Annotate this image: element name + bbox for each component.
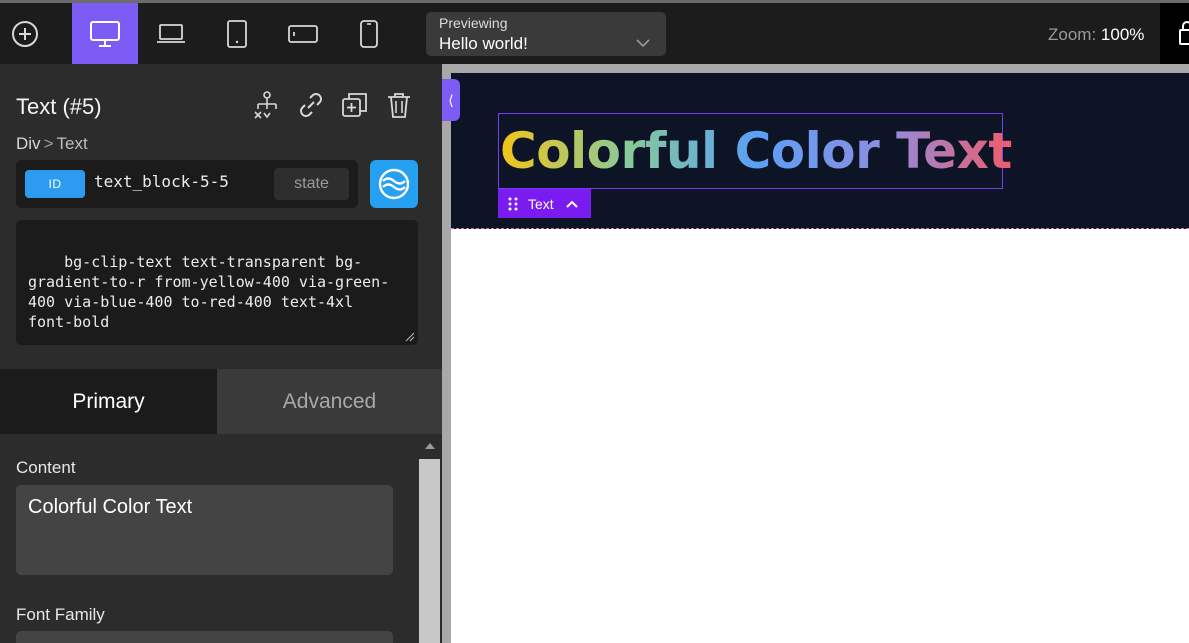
- properties-panel: Text (#5) Div > Text ID text_block-5-5 s…: [0, 64, 442, 643]
- element-title: Text (#5): [16, 94, 102, 119]
- trash-icon[interactable]: [384, 90, 414, 120]
- breadcrumb-item-div[interactable]: Div: [16, 134, 41, 153]
- structure-icon[interactable]: [252, 90, 282, 120]
- zoom-value: 100%: [1100, 25, 1145, 44]
- wave-logo-icon: [378, 168, 410, 200]
- plus-circle-icon: [12, 20, 38, 47]
- content-label: Content: [16, 458, 76, 477]
- preview-page-select[interactable]: Previewing Hello world!: [426, 12, 666, 56]
- tailwind-helper-button[interactable]: [370, 160, 418, 208]
- device-laptop-button[interactable]: [138, 3, 204, 64]
- scroll-up-arrow-icon[interactable]: [424, 442, 436, 450]
- primary-section: Content Colorful Color Text Font Family: [0, 434, 442, 643]
- zoom-indicator[interactable]: Zoom: 100%: [1048, 25, 1144, 45]
- id-row: ID text_block-5-5 state: [16, 160, 358, 208]
- link-icon[interactable]: [296, 90, 326, 120]
- colorful-heading[interactable]: Colorful Color Text: [500, 118, 1012, 184]
- panel-scrollbar[interactable]: [418, 434, 442, 643]
- breadcrumb-separator: >: [43, 134, 54, 153]
- element-actions: [252, 90, 414, 120]
- top-toolbar: Previewing Hello world! Zoom: 100%: [0, 0, 1189, 64]
- preview-label: Previewing: [439, 15, 508, 31]
- id-badge: ID: [25, 170, 85, 198]
- tablet-landscape-icon: [288, 24, 318, 43]
- mobile-icon: [360, 19, 378, 48]
- add-element-button[interactable]: [0, 3, 50, 64]
- selection-tag-label: Text: [528, 195, 554, 212]
- desktop-icon: [90, 20, 120, 47]
- laptop-icon: [157, 23, 185, 43]
- device-mobile-button[interactable]: [336, 3, 402, 64]
- chevron-down-icon: [636, 39, 650, 48]
- tab-advanced[interactable]: Advanced: [217, 369, 442, 434]
- preview-value: Hello world!: [439, 34, 528, 53]
- selection-tag[interactable]: Text: [498, 189, 591, 218]
- device-tablet-landscape-button[interactable]: [270, 3, 336, 64]
- zoom-label: Zoom:: [1048, 25, 1097, 44]
- lock-icon: [1179, 21, 1189, 45]
- collapse-glyph: ⟨: [448, 91, 454, 108]
- duplicate-icon[interactable]: [340, 90, 370, 120]
- collapse-panel-handle[interactable]: ⟨: [442, 79, 460, 121]
- device-tablet-button[interactable]: [204, 3, 270, 64]
- chevron-up-icon[interactable]: [565, 200, 578, 208]
- font-family-select[interactable]: [16, 631, 393, 643]
- classes-textarea[interactable]: bg-clip-text text-transparent bg-gradien…: [16, 220, 418, 345]
- tablet-icon: [227, 19, 247, 48]
- font-family-label: Font Family: [16, 605, 105, 624]
- resize-grip-icon[interactable]: [405, 332, 415, 342]
- state-button[interactable]: state: [274, 168, 349, 200]
- tab-primary[interactable]: Primary: [0, 369, 217, 434]
- device-desktop-button[interactable]: [72, 3, 138, 64]
- panel-tabs: Primary Advanced: [0, 369, 442, 434]
- content-input[interactable]: Colorful Color Text: [16, 485, 393, 575]
- scrollbar-thumb[interactable]: [419, 459, 440, 643]
- breadcrumb: Div > Text: [16, 134, 88, 154]
- lock-button[interactable]: [1160, 3, 1189, 64]
- element-id-field[interactable]: text_block-5-5: [94, 172, 229, 191]
- drag-handle-icon[interactable]: [508, 196, 518, 212]
- classes-text: bg-clip-text text-transparent bg-gradien…: [28, 253, 390, 331]
- breadcrumb-item-text[interactable]: Text: [57, 134, 88, 153]
